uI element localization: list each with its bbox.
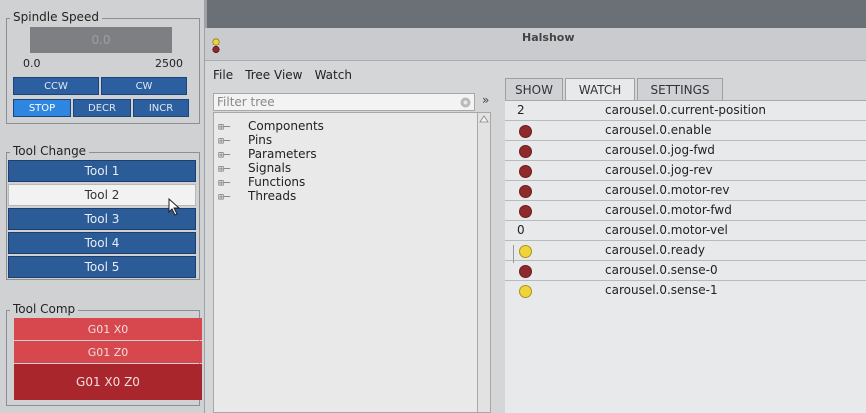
watch-pin-name: carousel.0.motor-vel	[605, 223, 728, 237]
watch-row: carousel.0.motor-fwd	[505, 201, 866, 221]
led-off-indicator-icon	[519, 145, 532, 158]
spindle-decrease-button[interactable]: DECR	[73, 99, 131, 117]
mouse-cursor-icon	[168, 198, 181, 216]
tree-item-label: Parameters	[248, 147, 317, 161]
machine-control-panel: Spindle Speed 0.0 0.0 2500 CCW CW STOP D…	[0, 0, 207, 413]
menu-tree-view[interactable]: Tree View	[245, 68, 302, 82]
expand-panel-button[interactable]: »	[482, 93, 489, 107]
tool-1-button[interactable]: Tool 1	[8, 160, 196, 182]
tree-item-pins[interactable]: ⊞─ Pins	[218, 133, 272, 147]
watch-list: 2 carousel.0.current-position carousel.0…	[505, 100, 866, 413]
watch-row: carousel.0.sense-1	[505, 281, 866, 301]
menu-file[interactable]: File	[213, 68, 233, 82]
watch-pin-name: carousel.0.ready	[605, 243, 705, 257]
g01-x0-z0-button[interactable]: G01 X0 Z0	[14, 364, 202, 400]
g01-z0-button[interactable]: G01 Z0	[14, 341, 202, 363]
watch-row: 2 carousel.0.current-position	[505, 101, 866, 121]
watch-pin-name: carousel.0.current-position	[605, 103, 766, 117]
app-icon	[212, 38, 220, 54]
led-off-indicator-icon	[519, 205, 532, 218]
watch-row: carousel.0.jog-rev	[505, 161, 866, 181]
watch-pin-name: carousel.0.enable	[605, 123, 712, 137]
g01-x0-button[interactable]: G01 X0	[14, 318, 202, 340]
led-off-indicator-icon	[519, 265, 532, 278]
watch-pin-name: carousel.0.motor-fwd	[605, 203, 732, 217]
column-divider	[513, 245, 514, 263]
ccw-button[interactable]: CCW	[13, 77, 99, 95]
tree-item-parameters[interactable]: ⊞─ Parameters	[218, 147, 317, 161]
tree-item-label: Pins	[248, 133, 273, 147]
led-off-indicator-icon	[519, 185, 532, 198]
watch-row: 0 carousel.0.motor-vel	[505, 221, 866, 241]
menubar: File Tree View Watch	[213, 64, 359, 82]
scroll-up-arrow-icon[interactable]	[479, 114, 489, 124]
window-title: Halshow	[522, 31, 575, 44]
tree-expand-icon[interactable]: ⊞─	[218, 191, 248, 205]
watch-row: carousel.0.jog-fwd	[505, 141, 866, 161]
watch-pin-name: carousel.0.sense-1	[605, 283, 718, 297]
tree-item-signals[interactable]: ⊞─ Signals	[218, 161, 291, 175]
spindle-speed-readout: 0.0	[30, 27, 172, 53]
watch-pin-name: carousel.0.jog-rev	[605, 163, 713, 177]
tree-item-label: Functions	[248, 175, 306, 189]
watch-value: 0	[517, 223, 525, 237]
tab-watch[interactable]: WATCH	[565, 78, 635, 100]
halshow-window: Halshow File Tree View Watch Filter tree…	[205, 28, 866, 413]
watch-row: carousel.0.ready	[505, 241, 866, 261]
led-on-indicator-icon	[519, 245, 532, 258]
tool-comp-title: Tool Comp	[10, 302, 79, 316]
watch-pin-name: carousel.0.sense-0	[605, 263, 718, 277]
tool-change-title: Tool Change	[10, 144, 90, 158]
led-off-indicator-icon	[519, 125, 532, 138]
tool-5-button[interactable]: Tool 5	[8, 256, 196, 278]
filter-tree-input[interactable]: Filter tree	[213, 93, 475, 111]
tree-scrollbar[interactable]	[477, 112, 491, 413]
tree-item-functions[interactable]: ⊞─ Functions	[218, 175, 305, 189]
speed-max-label: 2500	[155, 57, 183, 70]
tool-4-button[interactable]: Tool 4	[8, 232, 196, 254]
tree-item-threads[interactable]: ⊞─ Threads	[218, 189, 296, 203]
clear-filter-icon[interactable]	[460, 97, 471, 108]
watch-row: carousel.0.motor-rev	[505, 181, 866, 201]
watch-row: carousel.0.sense-0	[505, 261, 866, 281]
window-titlebar[interactable]: Halshow	[205, 28, 866, 61]
spindle-speed-group: Spindle Speed 0.0 0.0 2500 CCW CW STOP D…	[6, 10, 200, 124]
led-off-indicator-icon	[519, 165, 532, 178]
tree-item-components[interactable]: ⊞─ Components	[218, 119, 324, 133]
watch-pin-name: carousel.0.motor-rev	[605, 183, 730, 197]
menu-watch[interactable]: Watch	[315, 68, 352, 82]
tab-show[interactable]: SHOW	[505, 78, 563, 100]
watch-pin-name: carousel.0.jog-fwd	[605, 143, 715, 157]
tree-item-label: Signals	[248, 161, 292, 175]
spindle-speed-title: Spindle Speed	[10, 10, 102, 24]
spindle-stop-button[interactable]: STOP	[13, 99, 71, 117]
speed-min-label: 0.0	[23, 57, 41, 70]
hal-tree: ⊞─ Components ⊞─ Pins ⊞─ Parameters ⊞─ Signa…	[213, 112, 485, 413]
led-on-indicator-icon	[519, 285, 532, 298]
watch-value: 2	[517, 103, 525, 117]
tab-settings[interactable]: SETTINGS	[637, 78, 723, 100]
watch-row: carousel.0.enable	[505, 121, 866, 141]
spindle-increase-button[interactable]: INCR	[133, 99, 189, 117]
tree-item-label: Components	[248, 119, 324, 133]
cw-button[interactable]: CW	[101, 77, 187, 95]
tree-item-label: Threads	[248, 189, 297, 203]
